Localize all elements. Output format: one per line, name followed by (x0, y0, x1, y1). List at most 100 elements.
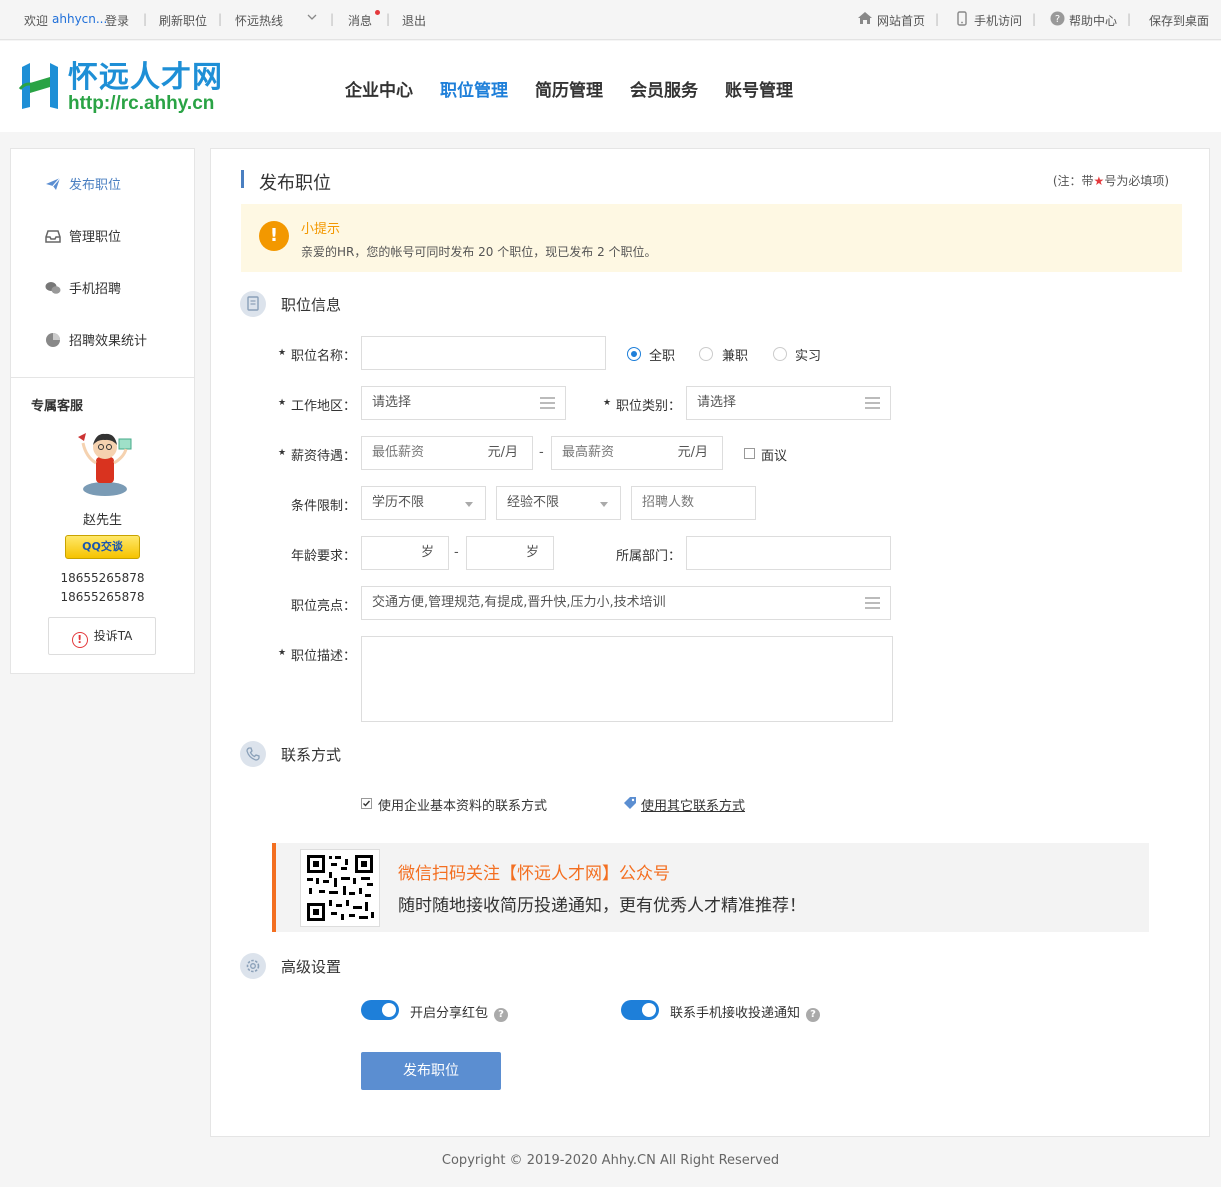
wechat-promo-text: 随时随地接收简历投递通知，更有优秀人才精准推荐！ (398, 896, 806, 916)
work-area-label: 工作地区： (291, 399, 357, 414)
qr-code-image (300, 849, 380, 927)
submit-post-job-button[interactable]: 发布职位 (361, 1052, 501, 1090)
sidebar-item-label: 管理职位 (69, 230, 122, 245)
salary-min-placeholder: 最低薪资 (372, 445, 425, 460)
work-area-select[interactable]: 请选择 (361, 386, 566, 420)
hotline-dropdown[interactable]: 怀远热线 (235, 12, 283, 29)
share-redpacket-label: 开启分享红包? (410, 1002, 509, 1022)
top-bar: 欢迎 ahhycn... 登录 | 刷新职位 | 怀远热线 | 消息 | 退出 … (0, 0, 1221, 40)
radio-internship[interactable] (773, 347, 787, 361)
salary-min-input[interactable]: 最低薪资 元/月 (361, 436, 533, 470)
use-company-contact-checkbox[interactable] (361, 798, 372, 809)
toggle-label-text: 开启分享红包 (410, 1006, 489, 1021)
nav-job-management[interactable]: 职位管理 (440, 76, 508, 101)
logo-url[interactable]: http://rc.ahhy.cn (68, 94, 214, 114)
page-title: 发布职位 (259, 173, 331, 194)
gear-icon (240, 953, 266, 979)
service-name: 赵先生 (82, 513, 122, 528)
chevron-down-icon[interactable] (306, 10, 318, 27)
radio-fulltime[interactable] (627, 347, 641, 361)
sms-notify-toggle[interactable] (621, 1000, 659, 1020)
mobile-access-link[interactable]: 手机访问 (974, 12, 1022, 29)
note-text: (注：带 (1052, 174, 1094, 188)
radio-label: 全职 (649, 349, 676, 364)
radio-parttime[interactable] (699, 347, 713, 361)
complain-label: 投诉TA (93, 629, 133, 643)
sidebar-item-label: 招聘效果统计 (69, 334, 148, 349)
age-min-input[interactable]: 岁 (361, 536, 449, 570)
experience-select[interactable]: 经验不限 (496, 486, 621, 520)
salary-max-input[interactable]: 最高薪资 元/月 (551, 436, 723, 470)
tip-box: ! 小提示 亲爱的HR，您的帐号可同时发布 20 个职位，现已发布 2 个职位。 (241, 204, 1182, 272)
divider: | (1032, 12, 1037, 26)
menu-icon (540, 397, 555, 409)
education-value: 学历不限 (372, 495, 425, 510)
description-textarea[interactable] (361, 636, 893, 722)
share-redpacket-toggle[interactable] (361, 1000, 399, 1020)
sidebar-item-recruit-stats[interactable]: 招聘效果统计 (45, 330, 147, 349)
sidebar-item-manage-jobs[interactable]: 管理职位 (45, 226, 121, 245)
job-category-select[interactable]: 请选择 (686, 386, 891, 420)
service-avatar (74, 427, 136, 499)
highlights-value: 交通方便,管理规范,有提成,晋升快,压力小,技术培训 (372, 595, 666, 610)
use-other-contact-link[interactable]: 使用其它联系方式 (641, 795, 745, 814)
logout-link[interactable]: 退出 (402, 12, 426, 29)
education-select[interactable]: 学历不限 (361, 486, 486, 520)
welcome-text: 欢迎 (24, 14, 49, 28)
site-home-link[interactable]: 网站首页 (877, 12, 925, 29)
save-desktop-link[interactable]: 保存到桌面 (1149, 12, 1209, 29)
job-category-value: 请选择 (697, 395, 737, 410)
sms-notify-label: 联系手机接收投递通知? (670, 1002, 821, 1022)
logo-name[interactable]: 怀远人才网 (68, 63, 223, 93)
radio-label: 实习 (795, 349, 822, 364)
messages-link[interactable]: 消息 (348, 12, 372, 29)
required-star: ★ (603, 398, 612, 408)
refresh-jobs-link[interactable]: 刷新职位 (159, 12, 207, 29)
description-label: 职位描述： (291, 649, 357, 664)
use-company-contact-label: 使用企业基本资料的联系方式 (378, 799, 548, 814)
work-area-value: 请选择 (372, 395, 412, 410)
divider (11, 377, 194, 378)
sidebar-item-post-job[interactable]: 发布职位 (45, 174, 121, 193)
mobile-icon (956, 11, 968, 29)
toggle-label-text: 联系手机接收投递通知 (670, 1006, 801, 1021)
complain-button[interactable]: ! 投诉TA (48, 617, 156, 655)
required-star: ★ (278, 348, 287, 358)
service-phone: 18655265878 (60, 571, 145, 585)
wechat-icon (45, 280, 61, 296)
salary-max-placeholder: 最高薪资 (562, 445, 615, 460)
age-max-input[interactable]: 岁 (466, 536, 554, 570)
logo-icon[interactable] (18, 59, 62, 113)
required-star: ★ (278, 648, 287, 658)
job-name-input[interactable] (361, 336, 606, 370)
nav-account-management[interactable]: 账号管理 (725, 76, 793, 101)
service-title: 专属客服 (31, 399, 84, 414)
experience-value: 经验不限 (507, 495, 560, 510)
sidebar-item-label: 手机招聘 (69, 282, 122, 297)
help-icon[interactable]: ? (806, 1008, 821, 1022)
menu-icon (865, 397, 880, 409)
login-link[interactable]: 登录 (105, 12, 129, 29)
negotiable-checkbox[interactable] (744, 448, 755, 459)
caret-down-icon (600, 502, 608, 507)
highlights-select[interactable]: 交通方便,管理规范,有提成,晋升快,压力小,技术培训 (361, 586, 891, 620)
required-star: ★ (278, 448, 287, 458)
sidebar-item-mobile-recruit[interactable]: 手机招聘 (45, 278, 121, 297)
nav-member-service[interactable]: 会员服务 (630, 76, 698, 101)
department-input[interactable] (686, 536, 891, 570)
headcount-input[interactable]: 招聘人数 (631, 486, 756, 520)
help-center-link[interactable]: 帮助中心 (1069, 12, 1117, 29)
nav-resume-management[interactable]: 简历管理 (535, 76, 603, 101)
tip-text: 亲爱的HR，您的帐号可同时发布 20 个职位，现已发布 2 个职位。 (301, 245, 657, 259)
salary-unit: 元/月 (487, 445, 518, 460)
help-icon[interactable]: ? (494, 1008, 509, 1022)
radio-label: 兼职 (722, 349, 749, 364)
username-link[interactable]: ahhycn... (52, 12, 107, 26)
qq-chat-button[interactable]: QQ交谈 (65, 535, 140, 559)
section-title-advanced: 高级设置 (281, 958, 342, 976)
document-icon (240, 291, 266, 317)
wechat-promo-title: 微信扫码关注【怀远人才网】公众号 (398, 864, 670, 884)
nav-enterprise-center[interactable]: 企业中心 (345, 76, 413, 101)
divider: | (935, 12, 940, 26)
footer-copyright: Copyright © 2019-2020 Ahhy.CN All Right … (441, 1153, 780, 1168)
